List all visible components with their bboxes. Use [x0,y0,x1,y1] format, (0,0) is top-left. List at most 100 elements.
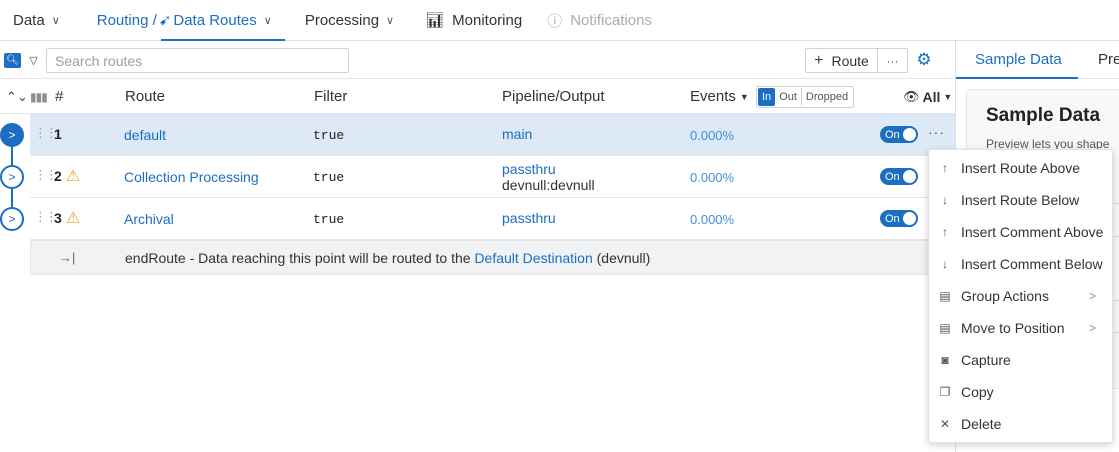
nav-routing[interactable]: Routing / ➹ Data Routes ∨ [73,0,285,41]
route-output: devnull:devnull [502,177,595,193]
drag-handle-icon[interactable]: ⋮⋮ [34,125,58,141]
route-number: 3 [54,210,62,226]
nav-processing[interactable]: Processing ∨ [285,0,407,40]
table-row[interactable]: ⋮⋮ 3 ⚠ Archival true passthru 0.000% On [30,198,955,240]
nav-notifications[interactable]: ⓘ Notifications [535,0,665,40]
segment-out[interactable]: Out [775,88,801,106]
visibility-all-label: All [922,88,941,105]
warning-icon: ⚠ [66,168,81,185]
arrow-up-icon: ↑ [942,161,948,175]
route-name-link[interactable]: Collection Processing [124,169,259,185]
menu-item-label: Delete [961,416,1002,432]
expand-collapse-icon[interactable]: ⌃⌄ [6,79,28,114]
add-route-button[interactable]: + Route [805,48,878,73]
toggle-label: On [885,170,900,183]
filter-icon[interactable]: ▽ [26,53,41,68]
route-flow-node-3[interactable]: > [0,207,24,231]
column-header-events[interactable]: Events ▼ [690,79,749,114]
menu-item-group-actions[interactable]: ▤ Group Actions > [929,280,1114,312]
menu-item-insert-route-above[interactable]: ↑ Insert Route Above [929,152,1114,184]
default-destination-link[interactable]: Default Destination [474,250,592,266]
route-number: 1 [54,126,62,142]
warning-icon: ⚠ [66,210,81,227]
nav-data-routes-label: Data Routes [173,11,257,29]
active-tab-indicator [956,77,1078,79]
search-input[interactable] [46,48,349,73]
route-number: 2 [54,168,62,184]
camera-icon: ◙ [941,353,949,367]
menu-item-label: Insert Comment Below [961,256,1103,272]
more-actions-button[interactable]: ··· [877,48,908,73]
route-toggle[interactable]: On [880,210,918,227]
list-icon: ▤ [939,289,951,303]
table-row[interactable]: ⋮⋮ 1 default true main 0.000% On ··· [30,114,955,156]
segment-in[interactable]: In [758,88,776,106]
route-pipeline-link[interactable]: passthru [502,161,556,177]
menu-item-copy[interactable]: ❐ Copy [929,376,1114,408]
arrow-down-icon: ↓ [942,193,948,207]
routes-toolbar: 🔍︎ ▽ + Route ··· ⚙ [0,41,955,79]
route-toggle[interactable]: On [880,126,918,143]
chevron-down-icon: ∨ [386,14,395,27]
menu-item-label: Copy [961,384,994,400]
route-filter: true [313,170,345,185]
segment-dropped[interactable]: Dropped [800,88,852,106]
menu-item-delete[interactable]: ✕ Delete [929,408,1114,440]
end-route-row: →| endRoute - Data reaching this point w… [30,240,955,275]
menu-item-label: Capture [961,352,1011,368]
menu-item-label: Group Actions [961,288,1049,304]
route-events: 0.000% [690,170,735,185]
route-context-menu: ↑ Insert Route Above ↓ Insert Route Belo… [928,149,1113,443]
toggle-label: On [885,212,900,225]
route-name-link[interactable]: Archival [124,211,174,227]
arrow-down-icon: ↓ [942,257,948,271]
column-header-route: Route [125,88,166,105]
nav-processing-label: Processing [304,11,380,29]
copy-icon: ❐ [939,385,951,399]
route-name-link[interactable]: default [124,127,166,143]
route-flow-node-2[interactable]: > [0,165,24,189]
menu-item-insert-comment-below[interactable]: ↓ Insert Comment Below [929,248,1114,280]
gear-icon[interactable]: ⚙ [914,50,934,70]
end-route-prefix: endRoute - Data reaching this point will… [125,250,475,266]
search-icon[interactable]: 🔍︎ [4,53,21,68]
chevron-right-icon: > [1088,321,1096,335]
route-events: 0.000% [690,212,735,227]
table-row[interactable]: ⋮⋮ 2 ⚠ Collection Processing true passth… [30,156,955,198]
menu-item-label: Insert Route Above [961,160,1081,176]
menu-item-capture[interactable]: ◙ Capture [929,344,1114,376]
route-toggle[interactable]: On [880,168,918,185]
top-nav: Data ∨ Routing / ➹ Data Routes ∨ Process… [0,0,1119,41]
close-icon: ✕ [939,417,951,431]
nav-monitoring[interactable]: 📊︎ Monitoring [407,0,535,40]
menu-item-insert-comment-above[interactable]: ↑ Insert Comment Above [929,216,1114,248]
side-panel-tabs: Sample Data Pre [956,41,1119,79]
menu-item-insert-route-below[interactable]: ↓ Insert Route Below [929,184,1114,216]
end-route-icon: →| [59,250,76,265]
tab-sample-data[interactable]: Sample Data [975,51,1062,68]
column-header-filter: Filter [314,88,348,105]
add-route-label: Route [831,52,869,69]
route-filter: true [313,128,345,143]
drag-handle-icon[interactable]: ⋮⋮ [34,167,58,183]
chevron-down-icon: ∨ [263,14,272,27]
menu-item-move-to-position[interactable]: ▤ Move to Position > [929,312,1114,344]
route-filter: true [313,212,345,227]
nav-data[interactable]: Data ∨ [0,0,73,40]
tab-preview[interactable]: Pre [1098,51,1119,68]
list-icon: ▤ [939,321,951,335]
route-pipeline-link[interactable]: main [502,126,532,142]
drag-handle-icon[interactable]: ⋮⋮ [34,209,58,225]
events-label: Events [690,88,736,105]
route-flow-node-1[interactable]: > [0,123,24,147]
columns-icon[interactable]: ▮▮▮ [30,79,48,114]
nav-notifications-label: Notifications [570,11,652,29]
route-pipeline-link[interactable]: passthru [502,210,556,226]
row-more-icon[interactable]: ··· [928,124,945,140]
visibility-filter[interactable]: 👁︎ All ▼ [903,79,952,114]
caret-down-icon: ▼ [739,91,749,102]
caret-down-icon: ▼ [943,91,953,102]
route-events: 0.000% [690,128,735,143]
monitoring-chart-icon: 📊︎ [425,12,445,29]
menu-item-label: Move to Position [961,320,1065,336]
